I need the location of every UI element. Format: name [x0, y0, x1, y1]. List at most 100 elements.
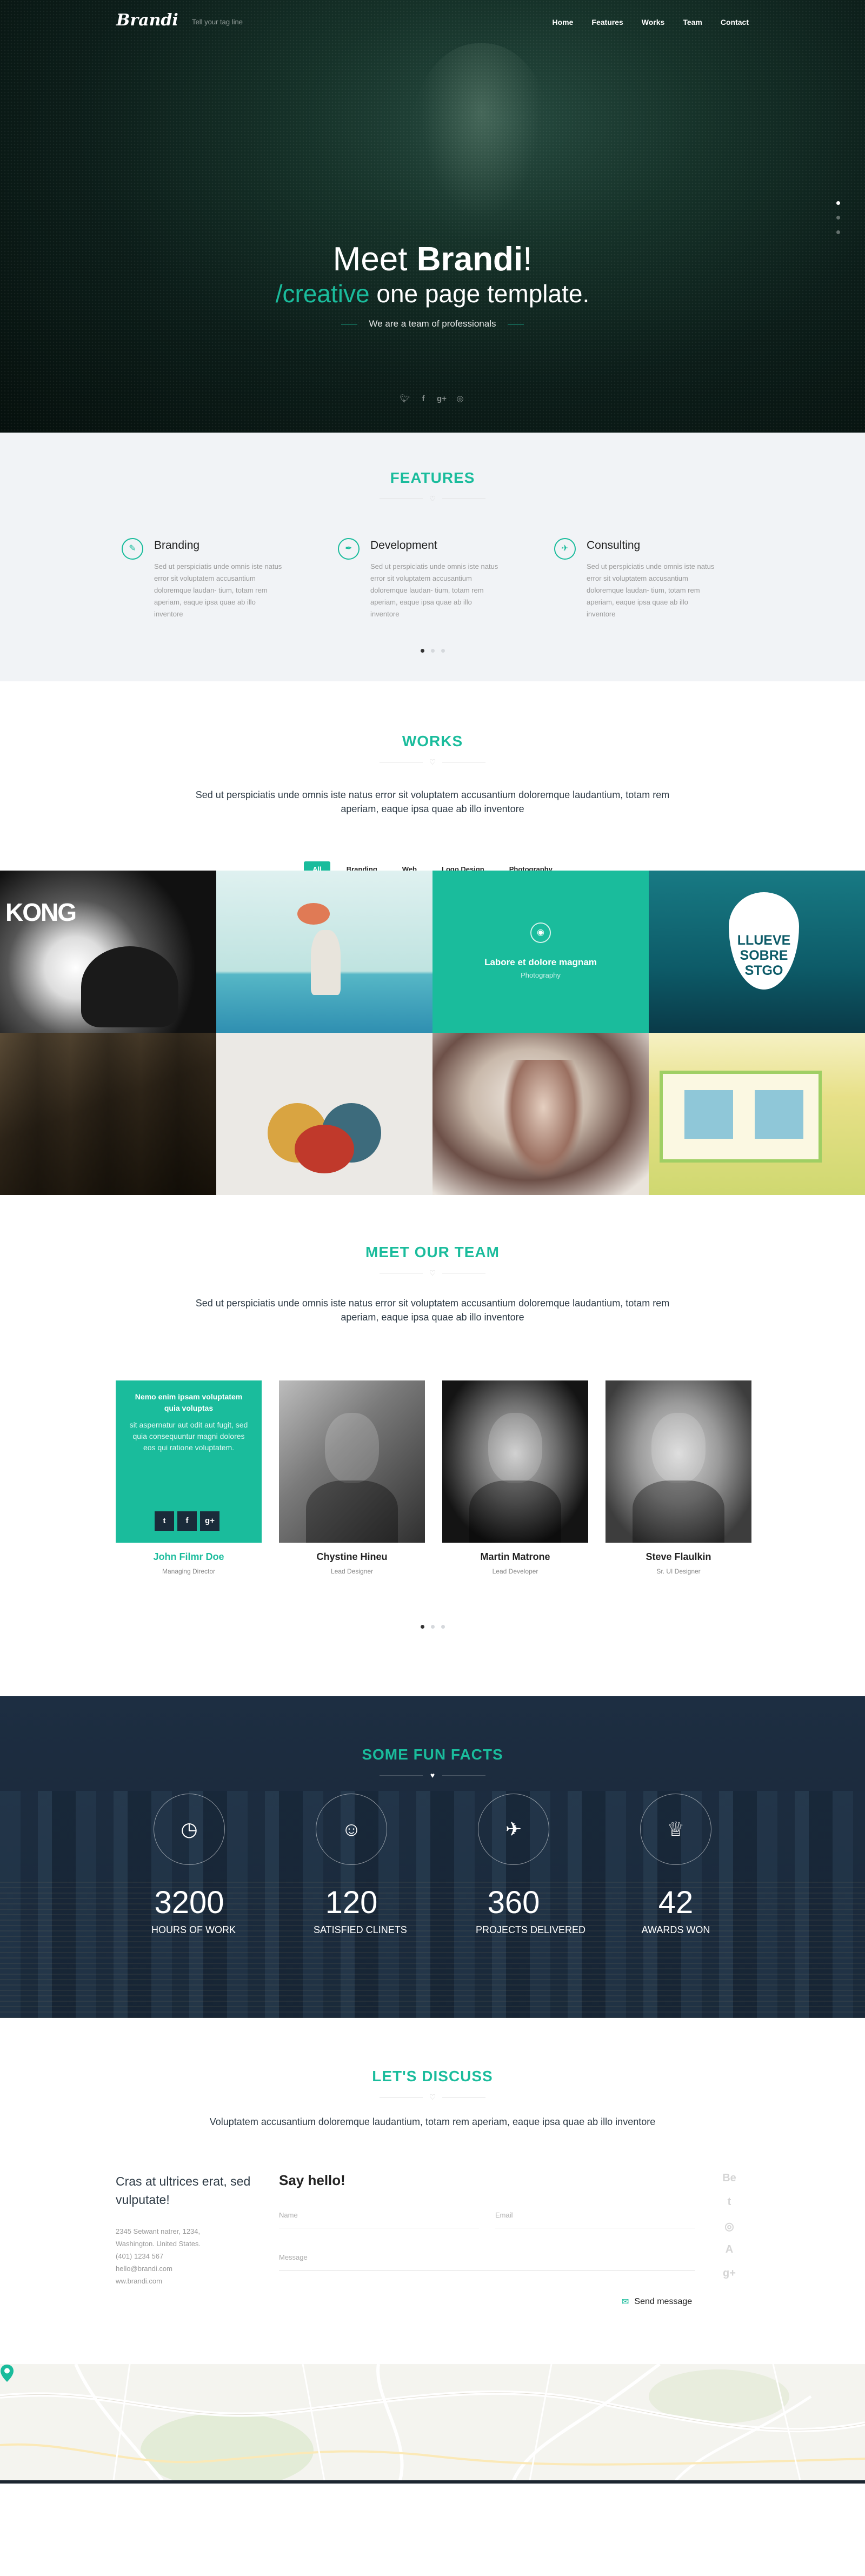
section-divider: ♡ [0, 494, 865, 503]
contact-title: LET'S DISCUSS [372, 2068, 493, 2084]
users-icon: ☺ [316, 1794, 387, 1865]
facebook-icon[interactable]: f [418, 394, 429, 404]
map-section[interactable] [0, 2364, 865, 2480]
twitter-icon[interactable]: t [155, 1511, 174, 1531]
section-divider: ♥ [0, 1771, 865, 1780]
portfolio-item-title: Labore et dolore magnam [484, 957, 597, 967]
map-roads [0, 2364, 865, 2480]
portfolio-item-soldiers[interactable] [0, 1033, 216, 1195]
portfolio-item-monsters[interactable] [216, 1033, 432, 1195]
app-icon[interactable]: A [722, 2243, 737, 2256]
main-menu: Home Features Works Team Contact [553, 18, 749, 26]
menu-item-home[interactable]: Home [553, 18, 574, 26]
contact-section: LET'S DISCUSS ♡ Voluptatem accusantium d… [0, 2018, 865, 2364]
member-photo[interactable] [442, 1380, 588, 1543]
facts-title: SOME FUN FACTS [362, 1746, 503, 1763]
team-pager [0, 1625, 865, 1629]
team-member: Martin Matrone Lead Developer [442, 1380, 588, 1575]
works-lead: Sed ut perspiciatis unde omnis iste natu… [195, 789, 670, 814]
member-photo[interactable] [279, 1380, 425, 1543]
menu-item-contact[interactable]: Contact [721, 18, 749, 26]
hero-subtitle: /creative one page template. [0, 278, 865, 309]
pager-dot[interactable] [420, 1625, 424, 1629]
address-line: Washington. United States. [116, 2240, 201, 2248]
portfolio-item-drop[interactable]: LLUEVE SOBRE STGO [649, 871, 865, 1033]
member-social: t f g+ [155, 1511, 219, 1531]
menu-item-features[interactable]: Features [591, 18, 623, 26]
form-title: Say hello! [279, 2172, 345, 2188]
hero-slider-dots [836, 201, 840, 234]
team-title: MEET OUR TEAM [365, 1244, 500, 1260]
brush-icon: ✎ [122, 538, 143, 560]
features-section: FEATURES ♡ ✎ Branding Sed ut perspiciati… [0, 433, 865, 681]
send-message-label: Send message [634, 2297, 693, 2306]
fun-facts-section: SOME FUN FACTS ♥ ◷ 3200 HOURS OF WORK ☺ … [0, 1696, 865, 2018]
menu-item-works[interactable]: Works [642, 18, 665, 26]
soldiers-artwork [0, 1033, 216, 1195]
portfolio-item-house[interactable] [649, 1033, 865, 1195]
contact-social-links: Be t ◎ A g+ [722, 2172, 737, 2280]
fact-label: AWARDS WON [641, 1924, 710, 1935]
works-title: WORKS [402, 733, 463, 749]
twitter-icon[interactable]: t [722, 2196, 737, 2209]
name-field[interactable]: Name [279, 2211, 479, 2228]
fact-label: PROJECTS DELIVERED [476, 1924, 586, 1935]
slider-dot[interactable] [836, 201, 840, 205]
eye-icon[interactable]: ◉ [530, 922, 551, 943]
dribbble-icon[interactable]: ◎ [722, 2220, 737, 2233]
trophy-icon: ♕ [640, 1794, 711, 1865]
member-hover-text: sit aspernatur aut odit aut fugit, sed q… [129, 1420, 248, 1452]
email-address[interactable]: hello@brandi.com [116, 2265, 172, 2273]
google-plus-icon[interactable]: g+ [436, 394, 447, 404]
behance-icon[interactable]: Be [722, 2172, 737, 2185]
google-plus-icon[interactable]: g+ [200, 1511, 219, 1531]
portfolio-item-hover[interactable]: ◉ Labore et dolore magnam Photography [432, 871, 649, 1033]
feature-text: Sed ut perspiciatis unde omnis iste natu… [587, 562, 715, 618]
fact-number: 120 [325, 1885, 378, 1920]
dribbble-icon[interactable]: ◎ [455, 394, 465, 404]
envelope-icon: ✉ [622, 2298, 629, 2307]
logo[interactable]: Brandi [116, 11, 178, 30]
member-role: Lead Developer [492, 1568, 538, 1575]
send-message-button[interactable]: ✉ Send message [622, 2296, 692, 2307]
member-name: Steve Flaulkin [646, 1551, 711, 1562]
pelican-artwork [311, 930, 341, 995]
fact-hours: ◷ 3200 HOURS OF WORK [151, 1794, 236, 1936]
portfolio-item-portrait[interactable] [432, 1033, 649, 1195]
pager-dot[interactable] [430, 1625, 435, 1629]
slider-dot[interactable] [836, 216, 840, 220]
pager-dot[interactable] [430, 649, 435, 653]
member-name: John Filmr Doe [153, 1551, 224, 1562]
facebook-icon[interactable]: f [177, 1511, 197, 1531]
rocket-icon: ✈ [478, 1794, 549, 1865]
map-pin-icon[interactable] [0, 2364, 14, 2382]
pelican-beak [297, 903, 330, 925]
feature-consulting: ✈ Consulting Sed ut perspiciatis unde om… [554, 538, 716, 620]
hero-title-pre: Meet [332, 241, 417, 278]
slider-dot[interactable] [836, 230, 840, 234]
google-plus-icon[interactable]: g+ [722, 2267, 737, 2280]
portfolio-item-pelican[interactable] [216, 871, 432, 1033]
phone-number: (401) 1234 567 [116, 2252, 164, 2260]
team-member: Nemo enim ipsam voluptatem quia voluptas… [116, 1380, 262, 1575]
member-silhouette-body [633, 1480, 724, 1543]
email-field[interactable]: Email [495, 2211, 695, 2228]
pager-dot[interactable] [441, 649, 445, 653]
monsters-artwork [268, 1081, 381, 1173]
pager-dot[interactable] [420, 649, 424, 653]
portfolio-item-category: Photography [521, 971, 561, 979]
features-title: FEATURES [390, 469, 475, 486]
member-photo[interactable] [606, 1380, 751, 1543]
hero-headline: Meet Brandi! /creative one page template… [0, 241, 865, 329]
pager-dot[interactable] [441, 1625, 445, 1629]
member-name: Martin Matrone [480, 1551, 550, 1562]
section-divider: ♡ [0, 2093, 865, 2101]
member-role: Managing Director [162, 1568, 216, 1575]
website-link[interactable]: ww.brandi.com [116, 2277, 162, 2285]
member-role: Sr. UI Designer [656, 1568, 701, 1575]
menu-item-team[interactable]: Team [683, 18, 702, 26]
twitter-icon[interactable]: 🐦︎ [400, 394, 410, 404]
portfolio-item-kong[interactable]: KONG [0, 871, 216, 1033]
message-field[interactable]: Message [279, 2253, 695, 2270]
member-hover-card[interactable]: Nemo enim ipsam voluptatem quia voluptas… [116, 1380, 262, 1543]
